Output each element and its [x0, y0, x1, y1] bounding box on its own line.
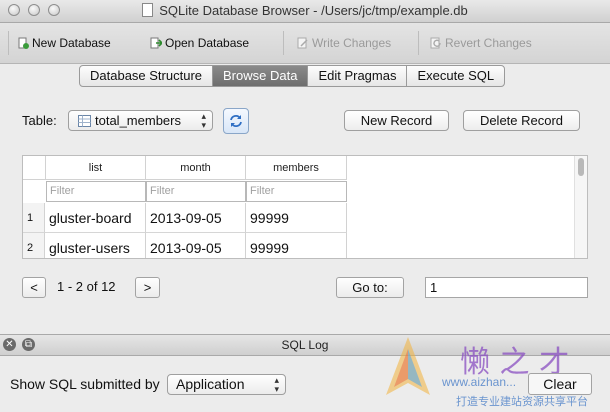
column-header[interactable]: month [146, 156, 246, 180]
column-header[interactable]: list [46, 156, 146, 180]
table-cell[interactable]: 2013-09-05 [146, 203, 246, 233]
revert-changes-icon [430, 37, 441, 49]
data-grid: list month members Filter Filter Filter … [22, 155, 588, 259]
watermark-tagline: 打造专业建站资源共享平台 [456, 395, 588, 408]
watermark-logo [386, 337, 430, 395]
tab-database-structure[interactable]: Database Structure [80, 66, 214, 86]
table-icon [78, 115, 91, 127]
tab-edit-pragmas[interactable]: Edit Pragmas [308, 66, 408, 86]
revert-changes-button[interactable]: Revert Changes [430, 36, 532, 50]
toolbar-separator [283, 31, 284, 55]
row-number[interactable]: 2 [23, 233, 45, 258]
table-cell[interactable]: gluster-users [45, 233, 146, 258]
open-database-button[interactable]: Open Database [150, 36, 249, 50]
go-to-button[interactable]: Go to: [336, 277, 404, 298]
tab-bar: Database Structure Browse Data Edit Prag… [79, 65, 506, 87]
row-number[interactable]: 1 [23, 203, 45, 233]
write-changes-button[interactable]: Write Changes [297, 36, 391, 50]
previous-page-button[interactable]: < [22, 277, 46, 298]
refresh-icon [230, 115, 242, 127]
column-header[interactable]: members [246, 156, 347, 180]
table-cell[interactable]: gluster-board [45, 203, 146, 233]
window-title: SQLite Database Browser - /Users/jc/tmp/… [0, 3, 610, 18]
write-changes-icon [297, 37, 308, 49]
delete-record-button[interactable]: Delete Record [463, 110, 580, 131]
scrollbar-thumb[interactable] [578, 158, 584, 176]
chevron-updown-icon: ▴ ▾ [201, 111, 206, 130]
table-label: Table: [22, 113, 57, 128]
open-database-icon [150, 37, 162, 49]
filter-input[interactable]: Filter [146, 181, 246, 202]
toolbar-separator [418, 31, 419, 55]
clear-button[interactable]: Clear [528, 373, 592, 395]
table-cell[interactable]: 99999 [246, 233, 347, 258]
toolbar: New Database Open Database Write Changes… [0, 23, 610, 64]
tab-browse-data[interactable]: Browse Data [213, 66, 309, 86]
table-cell[interactable]: 99999 [246, 203, 347, 233]
new-record-button[interactable]: New Record [344, 110, 449, 131]
toolbar-separator [8, 31, 9, 55]
refresh-button[interactable] [223, 108, 249, 134]
chevron-updown-icon: ▴ ▾ [274, 375, 279, 394]
corner-header [23, 156, 46, 180]
new-database-button[interactable]: New Database [17, 36, 111, 50]
go-to-input[interactable]: 1 [425, 277, 588, 298]
page-range: 1 - 2 of 12 [57, 279, 116, 294]
watermark-url: www.aizhan... [442, 375, 517, 389]
filter-input[interactable]: Filter [246, 181, 347, 202]
vertical-scrollbar[interactable] [574, 156, 587, 258]
show-sql-label: Show SQL submitted by [10, 376, 160, 392]
document-icon [142, 3, 154, 17]
new-database-icon [18, 37, 29, 49]
next-page-button[interactable]: > [135, 277, 160, 298]
title-bar: SQLite Database Browser - /Users/jc/tmp/… [0, 0, 610, 23]
filter-input[interactable]: Filter [46, 181, 146, 202]
tab-execute-sql[interactable]: Execute SQL [407, 66, 504, 86]
table-cell[interactable]: 2013-09-05 [146, 233, 246, 258]
sql-source-select[interactable]: Application ▴ ▾ [167, 374, 286, 395]
table-select[interactable]: total_members ▴ ▾ [68, 110, 213, 131]
